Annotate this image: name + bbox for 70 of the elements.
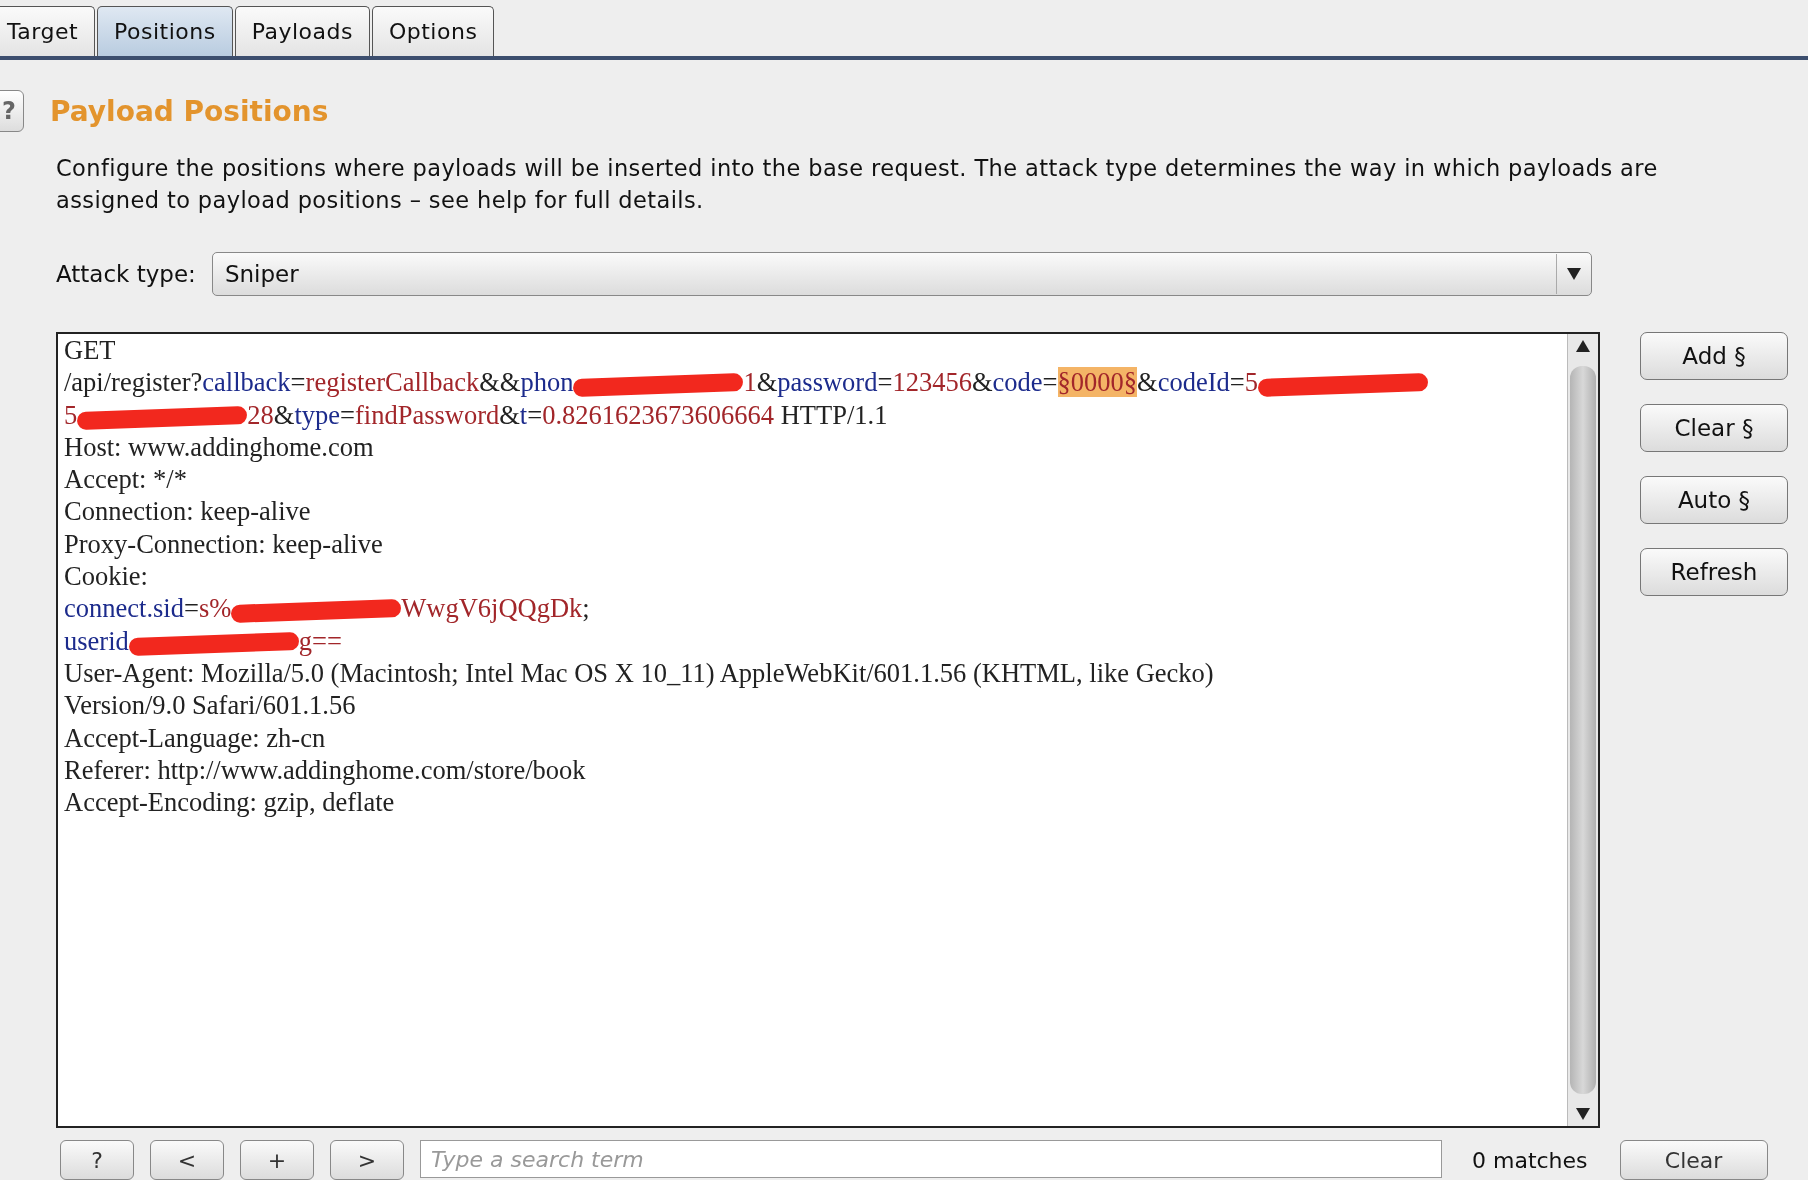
- request-text: Accept: */*: [64, 464, 187, 495]
- request-text: Version/9.0 Safari/601.1.56: [64, 690, 356, 721]
- request-text: password: [777, 367, 878, 398]
- search-nav-button[interactable]: ?: [60, 1140, 134, 1180]
- request-text: &&: [479, 367, 521, 398]
- request-text: =: [877, 367, 893, 398]
- request-text: 0.8261623673606664: [542, 399, 775, 430]
- help-button[interactable]: ?: [0, 90, 24, 132]
- section-title: Payload Positions: [50, 94, 329, 128]
- tab[interactable]: Payloads: [234, 6, 370, 56]
- request-text: 123456: [892, 367, 972, 398]
- request-text: User-Agent: Mozilla/5.0 (Macintosh; Intel Mac OS X 10_11) AppleWebKit/601.1.56 (KHTML, like Gecko): [64, 657, 1214, 688]
- request-text: 1: [743, 367, 757, 398]
- request-text: =: [290, 367, 306, 398]
- request-text: 28: [247, 399, 274, 430]
- action-button[interactable]: Auto §: [1640, 476, 1788, 524]
- request-editor[interactable]: [56, 332, 1600, 1128]
- clear-button[interactable]: Clear: [1619, 1140, 1768, 1180]
- request-text: Host: www.addinghome.com: [64, 431, 374, 462]
- request-text: =: [340, 399, 355, 430]
- search-nav-button[interactable]: <: [150, 1140, 224, 1180]
- request-text: callback: [202, 367, 291, 398]
- request-text: Connection: keep-alive: [64, 496, 311, 527]
- payload-marker: §0000§: [1057, 367, 1137, 398]
- request-text: Proxy-Connection: keep-alive: [64, 528, 383, 559]
- request-text: type: [294, 399, 340, 430]
- request-text: &: [971, 367, 993, 398]
- request-text: &: [499, 399, 520, 430]
- tab[interactable]: Target: [0, 6, 96, 56]
- request-text: WwgV6jQQgDk: [401, 593, 583, 624]
- request-text: =: [1229, 367, 1245, 398]
- attack-type-dropdown[interactable]: Sniper: [211, 252, 1592, 296]
- request-text: t: [519, 399, 528, 430]
- request-text: /api/register?: [64, 367, 203, 398]
- request-text: g==: [298, 625, 342, 656]
- request-text: 5: [64, 399, 78, 430]
- request-text: Accept-Encoding: gzip, deflate: [64, 787, 395, 818]
- request-text: =: [1042, 367, 1058, 398]
- search-nav-button[interactable]: +: [240, 1140, 314, 1180]
- request-text: &: [1137, 367, 1158, 398]
- request-text: connect.sid: [64, 593, 184, 624]
- request-text: GET: [64, 335, 116, 365]
- request-text: Cookie:: [64, 561, 148, 592]
- request-text: Accept-Language: zh-cn: [64, 722, 326, 753]
- request-text: phon: [520, 367, 574, 398]
- request-text: 5: [1244, 367, 1258, 398]
- section-description: Configure the positions where payloads will be inserted into the base request. The attack type determines the way in which payloads are assigned to payload positions – see help for full details.: [56, 154, 1659, 215]
- tab[interactable]: Positions: [97, 6, 233, 56]
- match-count: 0 matches: [1472, 1148, 1588, 1173]
- tab[interactable]: Options: [371, 6, 495, 56]
- request-text: s%: [198, 593, 232, 624]
- scrollbar[interactable]: [1567, 334, 1598, 1126]
- request-text: &: [273, 399, 295, 430]
- request-text: Referer: http://www.addinghome.com/store/book: [64, 754, 586, 785]
- action-button[interactable]: Refresh: [1640, 548, 1788, 596]
- action-button[interactable]: Add §: [1640, 332, 1788, 380]
- action-button[interactable]: Clear §: [1640, 404, 1788, 452]
- attack-type-label: Attack type:: [56, 261, 196, 287]
- search-field[interactable]: Type a search term: [420, 1140, 1442, 1178]
- request-text: codeId: [1157, 367, 1230, 398]
- request-text: userid: [64, 625, 129, 656]
- search-nav-button[interactable]: >: [330, 1140, 404, 1180]
- request-text: findPassword: [354, 399, 500, 430]
- request-text: =: [183, 593, 199, 624]
- request-text: &: [756, 367, 778, 398]
- request-text: code: [992, 367, 1043, 398]
- request-text: registerCallback: [305, 367, 480, 398]
- request-text: HTTP/1.1: [779, 399, 888, 430]
- request-text: ;: [582, 593, 590, 624]
- request-text: =: [527, 399, 543, 430]
